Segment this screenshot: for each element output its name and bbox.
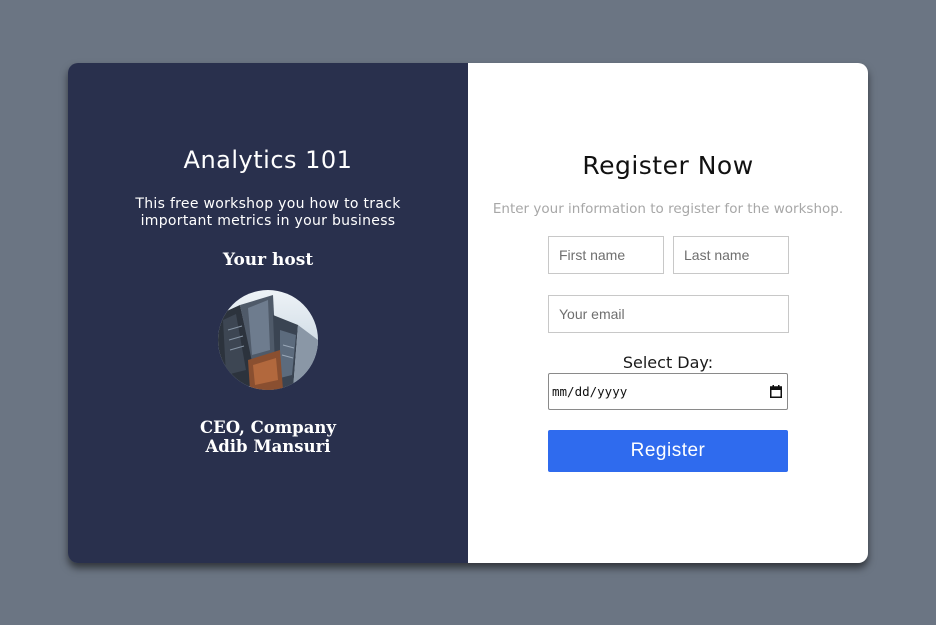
date-input[interactable]: mm/dd/yyyy xyxy=(548,373,788,410)
registration-card: Analytics 101 This free workshop you how… xyxy=(68,63,868,563)
select-day-label: Select Day: xyxy=(622,353,714,372)
event-info-panel: Analytics 101 This free workshop you how… xyxy=(68,63,468,563)
email-placeholder: Your email xyxy=(559,306,625,322)
email-input[interactable]: Your email xyxy=(548,295,789,333)
first-name-placeholder: First name xyxy=(559,247,626,263)
calendar-icon[interactable] xyxy=(769,385,783,399)
host-name: Adib Mansuri xyxy=(205,437,331,456)
date-placeholder: mm/dd/yyyy xyxy=(552,384,628,399)
host-avatar xyxy=(218,290,318,390)
event-title: Analytics 101 xyxy=(183,146,353,174)
registration-form-panel: Register Now Enter your information to r… xyxy=(468,63,868,563)
event-description: This free workshop you how to track impo… xyxy=(135,196,401,229)
register-button[interactable]: Register xyxy=(548,430,788,472)
last-name-placeholder: Last name xyxy=(684,247,750,263)
host-photo xyxy=(218,290,318,390)
register-subtitle: Enter your information to register for t… xyxy=(492,201,844,217)
host-role: CEO, Company xyxy=(199,418,336,437)
last-name-input[interactable]: Last name xyxy=(673,236,789,274)
host-heading: Your host xyxy=(222,250,314,270)
first-name-input[interactable]: First name xyxy=(548,236,664,274)
register-title: Register Now xyxy=(582,151,754,180)
